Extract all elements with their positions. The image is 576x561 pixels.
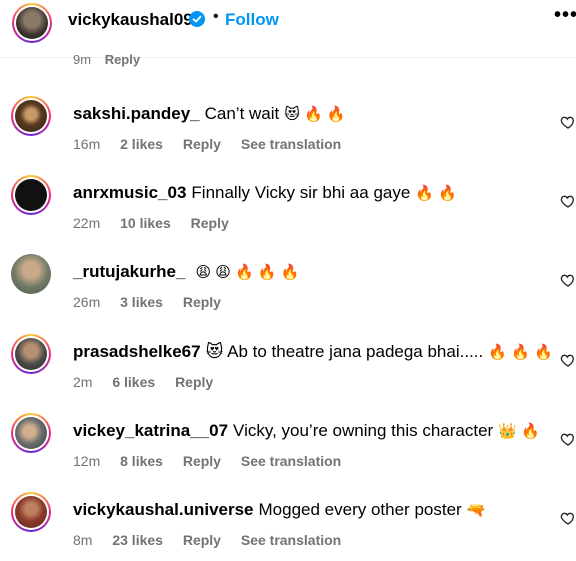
comment-item: _rutujakurhe_ 😩 😩 🔥 🔥 🔥 26m 3 likes Reply — [0, 254, 576, 328]
comment-username[interactable]: anrxmusic_03 — [73, 183, 186, 202]
comment-line: vickykaushal.universe Mogged every other … — [73, 500, 485, 520]
comment-time: 26m — [73, 294, 101, 310]
comment-time: 8m — [73, 532, 93, 548]
avatar[interactable] — [11, 175, 51, 215]
see-translation-link[interactable]: See translation — [241, 453, 341, 469]
avatar[interactable] — [11, 334, 51, 374]
comment-meta: 16m 2 likes Reply See translation — [73, 136, 357, 152]
comment-item: vickykaushal.universe Mogged every other … — [0, 492, 576, 561]
comment-text: Finnally Vicky sir bhi aa gaye — [191, 183, 411, 202]
like-heart-icon[interactable] — [560, 431, 576, 447]
see-translation-link[interactable]: See translation — [241, 532, 341, 548]
avatar[interactable] — [11, 254, 51, 294]
comment-username[interactable]: prasadshelke67 — [73, 342, 201, 361]
comment-likes[interactable]: 2 likes — [120, 136, 163, 152]
reply-button[interactable]: Reply — [183, 532, 221, 548]
profile-avatar[interactable] — [12, 3, 52, 43]
reply-button[interactable]: Reply — [105, 52, 140, 67]
previous-comment-meta: 9m Reply — [73, 52, 150, 67]
comment-emoji: 🔥 🔥 — [415, 185, 457, 202]
comment-meta: 12m 8 likes Reply See translation — [73, 453, 357, 469]
comment-item: sakshi.pandey_ Can’t wait 😻 🔥 🔥 16m 2 like… — [0, 96, 576, 170]
comment-meta: 26m 3 likes Reply — [73, 294, 237, 310]
reply-button[interactable]: Reply — [183, 294, 221, 310]
avatar[interactable] — [11, 492, 51, 532]
comment-text: Vicky, you’re owning this character — [233, 421, 494, 440]
comment-line: anrxmusic_03 Finnally Vicky sir bhi aa ga… — [73, 183, 457, 203]
like-heart-icon[interactable] — [560, 272, 576, 288]
comment-likes[interactable]: 8 likes — [120, 453, 163, 469]
comment-item: prasadshelke67 😻 Ab to theatre jana padeg… — [0, 334, 576, 408]
comment-emoji: 🔥 🔥 🔥 — [488, 344, 553, 361]
verified-badge-icon — [189, 11, 205, 27]
reply-button[interactable]: Reply — [191, 215, 229, 231]
follow-button[interactable]: Follow — [225, 10, 279, 30]
comment-username[interactable]: sakshi.pandey_ — [73, 104, 200, 123]
comment-item: anrxmusic_03 Finnally Vicky sir bhi aa ga… — [0, 175, 576, 249]
like-heart-icon[interactable] — [560, 352, 576, 368]
comment-emoji: 🔫 — [466, 502, 486, 519]
avatar[interactable] — [11, 96, 51, 136]
comment-likes[interactable]: 3 likes — [120, 294, 163, 310]
comment-meta: 8m 23 likes Reply See translation — [73, 532, 357, 548]
comment-item: vickey_katrina__07 Vicky, you’re owning t… — [0, 413, 576, 487]
comment-username[interactable]: vickykaushal.universe — [73, 500, 254, 519]
comment-likes[interactable]: 6 likes — [112, 374, 155, 390]
post-header: vickykaushal09 • Follow ••• — [0, 0, 576, 50]
separator-dot: • — [213, 8, 219, 25]
header-username[interactable]: vickykaushal09 — [68, 10, 193, 30]
comment-line: prasadshelke67 😻 Ab to theatre jana padeg… — [73, 342, 553, 362]
comment-text: 😻 Ab to theatre jana padega bhai..... — [205, 342, 484, 361]
comment-text: Can’t wait — [204, 104, 280, 123]
comment-emoji: 👑 🔥 — [498, 423, 540, 440]
comment-line: sakshi.pandey_ Can’t wait 😻 🔥 🔥 — [73, 104, 346, 124]
like-heart-icon[interactable] — [560, 193, 576, 209]
comment-time: 12m — [73, 453, 101, 469]
comment-time: 22m — [73, 215, 101, 231]
comment-time: 2m — [73, 374, 93, 390]
comment-line: _rutujakurhe_ 😩 😩 🔥 🔥 🔥 — [73, 262, 299, 282]
comment-meta: 2m 6 likes Reply — [73, 374, 229, 390]
comment-emoji: 😻 🔥 🔥 — [284, 106, 346, 123]
avatar[interactable] — [11, 413, 51, 453]
comment-text: Mogged every other poster — [258, 500, 462, 519]
comment-likes[interactable]: 23 likes — [112, 532, 163, 548]
comment-emoji: 😩 😩 🔥 🔥 🔥 — [195, 264, 300, 281]
like-heart-icon[interactable] — [560, 114, 576, 130]
comment-likes[interactable]: 10 likes — [120, 215, 171, 231]
reply-button[interactable]: Reply — [175, 374, 213, 390]
like-heart-icon[interactable] — [560, 510, 576, 526]
comment-line: vickey_katrina__07 Vicky, you’re owning t… — [73, 421, 540, 441]
reply-button[interactable]: Reply — [183, 136, 221, 152]
comment-username[interactable]: vickey_katrina__07 — [73, 421, 228, 440]
comment-username[interactable]: _rutujakurhe_ — [73, 262, 185, 281]
reply-button[interactable]: Reply — [183, 453, 221, 469]
comment-time: 9m — [73, 52, 92, 67]
comment-meta: 22m 10 likes Reply — [73, 215, 245, 231]
comment-time: 16m — [73, 136, 101, 152]
see-translation-link[interactable]: See translation — [241, 136, 341, 152]
more-options-icon[interactable]: ••• — [554, 4, 576, 27]
